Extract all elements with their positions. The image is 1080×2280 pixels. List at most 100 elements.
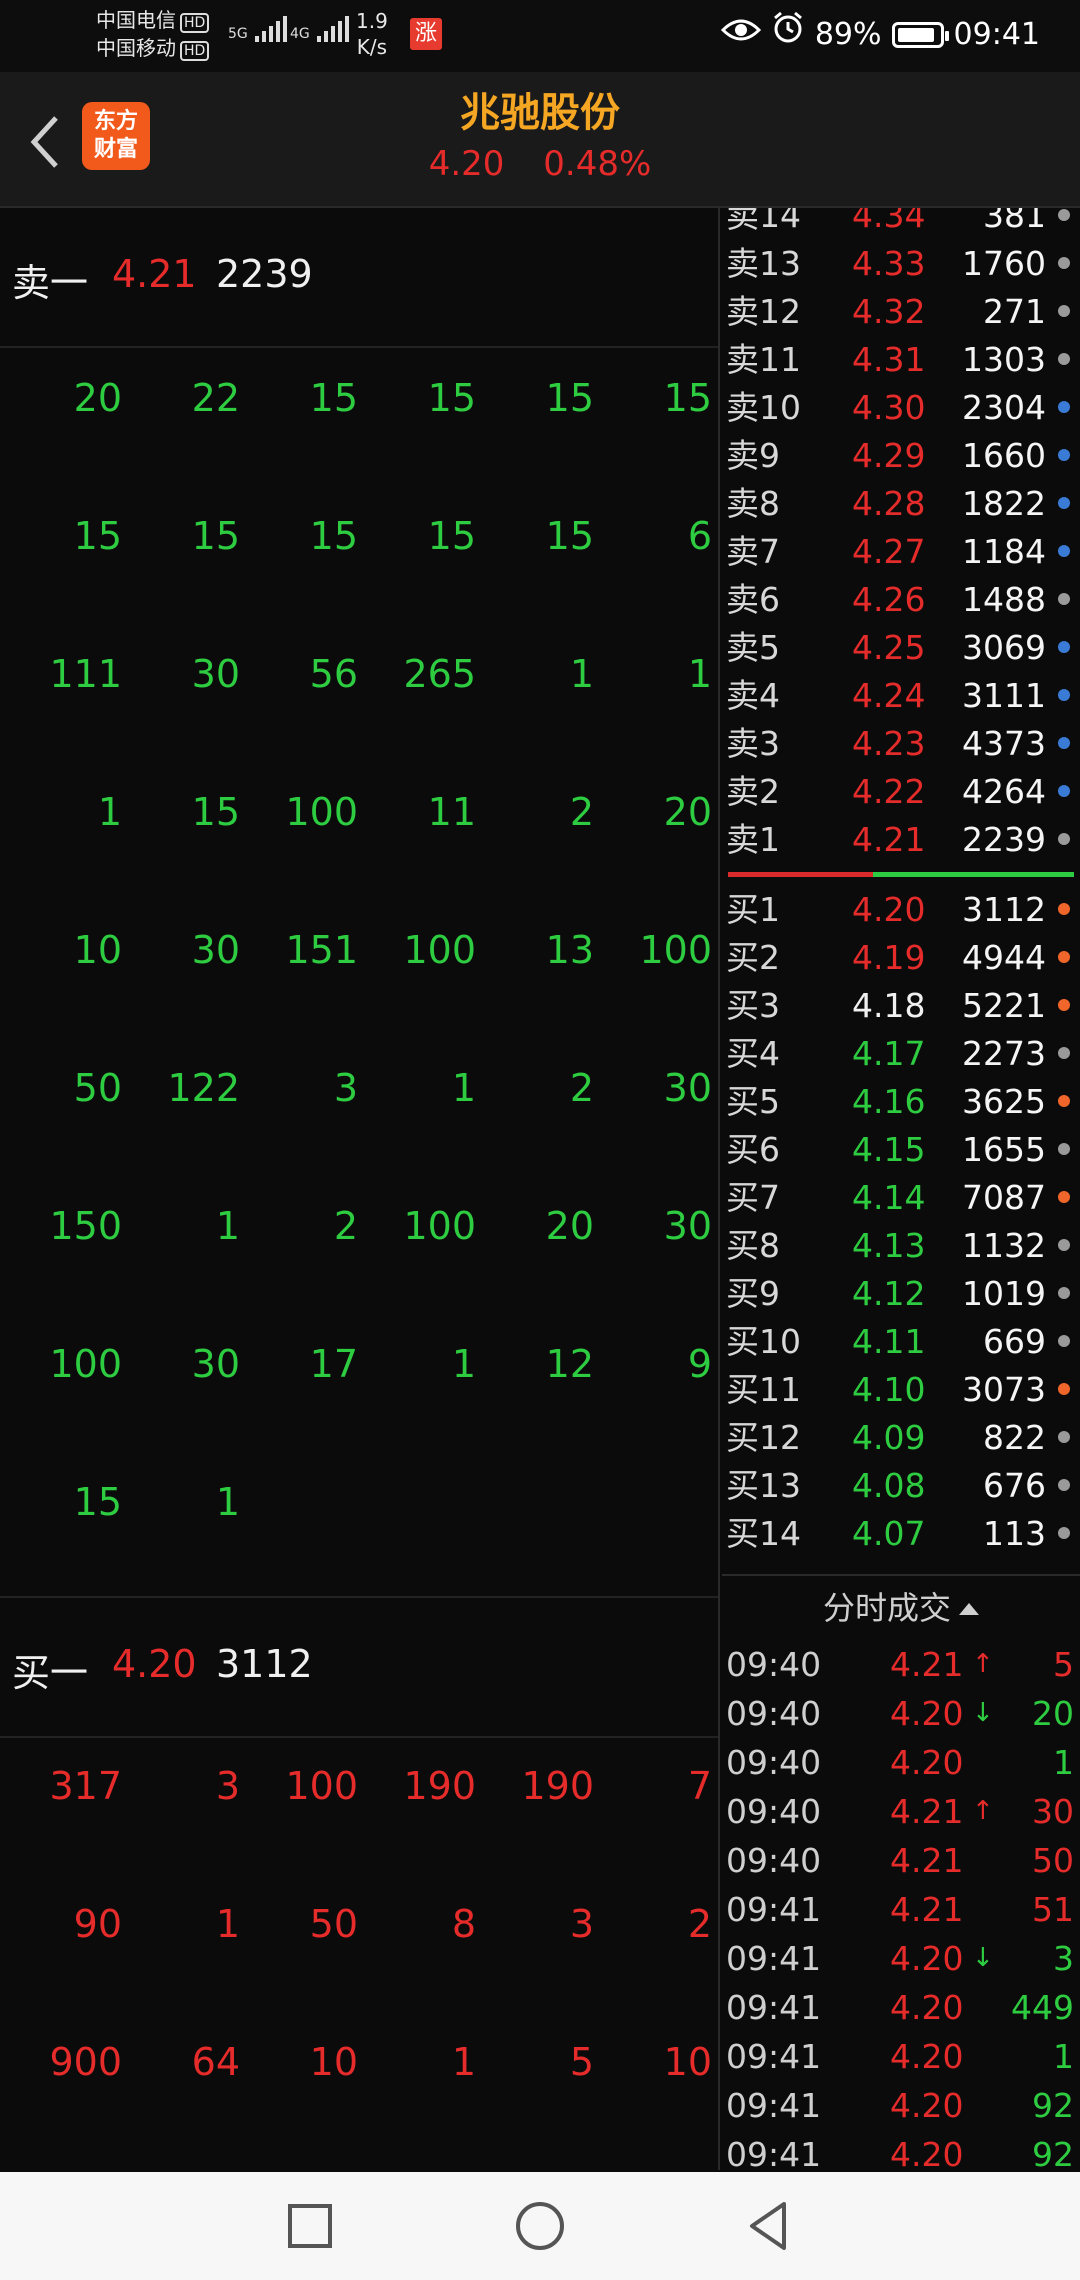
home-button[interactable] xyxy=(510,2196,570,2256)
level-label: 买5 xyxy=(726,1082,780,1121)
trade-row: 09:41 4.20 ↓ 3 xyxy=(722,1934,1080,1983)
system-nav-bar xyxy=(0,2172,1080,2280)
buy-level-row[interactable]: 买9 4.12 1019 xyxy=(722,1270,1080,1318)
level-qty: 1019 xyxy=(962,1274,1046,1313)
buy-level-row[interactable]: 买12 4.09 822 xyxy=(722,1414,1080,1462)
level-qty: 3625 xyxy=(962,1082,1046,1121)
level-dot-icon xyxy=(1058,999,1070,1011)
queue-order-cell: 1 xyxy=(215,1204,240,1248)
level-price: 4.30 xyxy=(852,388,926,427)
queue-order-cell: 30 xyxy=(191,652,240,696)
level-qty: 2304 xyxy=(962,388,1046,427)
sell-level-row[interactable]: 卖1 4.21 2239 xyxy=(722,816,1080,864)
level-label: 买8 xyxy=(726,1226,780,1265)
level-label: 买1 xyxy=(726,890,780,929)
queue-order-cell: 100 xyxy=(285,790,358,834)
sell-level-row[interactable]: 卖5 4.25 3069 xyxy=(722,624,1080,672)
sell-level-row[interactable]: 卖7 4.27 1184 xyxy=(722,528,1080,576)
level-price: 4.08 xyxy=(852,1466,926,1505)
battery-icon xyxy=(891,22,949,48)
sell-level-row[interactable]: 卖3 4.23 4373 xyxy=(722,720,1080,768)
level-price: 4.27 xyxy=(852,532,926,571)
queue-order-cell: 9 xyxy=(687,1342,712,1386)
level-qty: 3111 xyxy=(962,676,1046,715)
queue-order-cell: 15 xyxy=(73,514,122,558)
queue-order-cell: 15 xyxy=(663,376,712,420)
back-nav-button[interactable] xyxy=(740,2196,800,2256)
order-book[interactable]: 卖14 4.34 381 卖13 4.33 1760 卖12 4.32 271 卖11 4.31 13… xyxy=(722,208,1080,1574)
buy-level-row[interactable]: 买14 4.07 113 xyxy=(722,1510,1080,1558)
sell1-summary[interactable]: 卖一 4.21 2239 xyxy=(0,208,718,348)
queue-order-cell: 20 xyxy=(73,376,122,420)
buy-level-row[interactable]: 买8 4.13 1132 xyxy=(722,1222,1080,1270)
buy-level-row[interactable]: 买7 4.14 7087 xyxy=(722,1174,1080,1222)
level-price: 4.16 xyxy=(852,1082,926,1121)
sell-level-row[interactable]: 卖6 4.26 1488 xyxy=(722,576,1080,624)
level-dot-icon xyxy=(1058,1095,1070,1107)
level-label: 买2 xyxy=(726,938,780,977)
sell-level-row[interactable]: 卖12 4.32 271 xyxy=(722,288,1080,336)
level-qty: 271 xyxy=(983,292,1046,331)
trade-row: 09:40 4.20 1 xyxy=(722,1738,1080,1787)
buy-level-row-clipped xyxy=(722,1558,1080,1574)
level-label: 买10 xyxy=(726,1322,801,1361)
stock-header: 东方 财富 兆驰股份 4.20 0.48% xyxy=(0,72,1080,208)
trade-time: 09:40 xyxy=(726,1841,822,1880)
buy-level-row[interactable]: 买2 4.19 4944 xyxy=(722,934,1080,982)
circle-icon xyxy=(516,2202,564,2250)
sell1-price: 4.21 xyxy=(112,252,197,296)
level-dot-icon xyxy=(1058,305,1070,317)
trade-time: 09:41 xyxy=(726,1988,822,2027)
buy-level-row[interactable]: 买11 4.10 3073 xyxy=(722,1366,1080,1414)
queue-order-cell: 2 xyxy=(569,1066,594,1110)
queue-order-cell: 150 xyxy=(49,1204,122,1248)
level-qty: 1760 xyxy=(962,244,1046,283)
level-price: 4.09 xyxy=(852,1418,926,1457)
buy-level-row[interactable]: 买5 4.16 3625 xyxy=(722,1078,1080,1126)
level-price: 4.20 xyxy=(852,890,926,929)
trade-volume: 3 xyxy=(1053,1939,1074,1978)
sell-level-row[interactable]: 卖8 4.28 1822 xyxy=(722,480,1080,528)
buy-level-row[interactable]: 买6 4.15 1655 xyxy=(722,1126,1080,1174)
queue-order-cell: 15 xyxy=(191,514,240,558)
buy-level-row[interactable]: 买13 4.08 676 xyxy=(722,1462,1080,1510)
level-dot-icon xyxy=(1058,353,1070,365)
tick-trades-header[interactable]: 分时成交 xyxy=(722,1574,1080,1640)
speed-unit: K/s xyxy=(356,35,388,59)
level-qty: 2239 xyxy=(962,820,1046,859)
hd-badge: HD xyxy=(180,41,210,61)
level-qty: 3112 xyxy=(962,890,1046,929)
queue-order-cell: 7 xyxy=(687,1764,712,1808)
sell-level-row[interactable]: 卖9 4.29 1660 xyxy=(722,432,1080,480)
level-qty: 676 xyxy=(983,1466,1046,1505)
trade-time: 09:40 xyxy=(726,1645,822,1684)
buy-level-row[interactable]: 买1 4.20 3112 xyxy=(722,886,1080,934)
queue-order-cell: 12 xyxy=(545,1342,594,1386)
level-price: 4.24 xyxy=(852,676,926,715)
trade-price: 4.21 xyxy=(890,1890,964,1929)
sell-level-row[interactable]: 卖13 4.33 1760 xyxy=(722,240,1080,288)
sell-level-row[interactable]: 卖11 4.31 1303 xyxy=(722,336,1080,384)
queue-order-cell: 190 xyxy=(403,1764,476,1808)
level-price: 4.28 xyxy=(852,484,926,523)
sell-level-row[interactable]: 卖14 4.34 381 xyxy=(722,208,1080,240)
sell-level-row[interactable]: 卖2 4.22 4264 xyxy=(722,768,1080,816)
level-dot-icon xyxy=(1058,1143,1070,1155)
trade-volume: 449 xyxy=(1011,1988,1074,2027)
buy-level-row[interactable]: 买10 4.11 669 xyxy=(722,1318,1080,1366)
trade-volume: 51 xyxy=(1032,1890,1074,1929)
level-label: 卖6 xyxy=(726,580,780,619)
sell1-label: 卖一 xyxy=(12,261,89,305)
buy-level-row[interactable]: 买3 4.18 5221 xyxy=(722,982,1080,1030)
sell-level-row[interactable]: 卖4 4.24 3111 xyxy=(722,672,1080,720)
buy1-summary[interactable]: 买一 4.20 3112 xyxy=(0,1596,718,1738)
sell-level-row[interactable]: 卖10 4.30 2304 xyxy=(722,384,1080,432)
level-qty: 3073 xyxy=(962,1370,1046,1409)
queue-order-cell: 90 xyxy=(73,1902,122,1946)
level-label: 卖7 xyxy=(726,532,780,571)
queue-order-cell: 15 xyxy=(545,376,594,420)
recent-apps-button[interactable] xyxy=(280,2196,340,2256)
buy-level-row[interactable]: 买4 4.17 2273 xyxy=(722,1030,1080,1078)
battery-percent: 89% xyxy=(814,17,882,52)
panel-divider xyxy=(718,208,720,2170)
